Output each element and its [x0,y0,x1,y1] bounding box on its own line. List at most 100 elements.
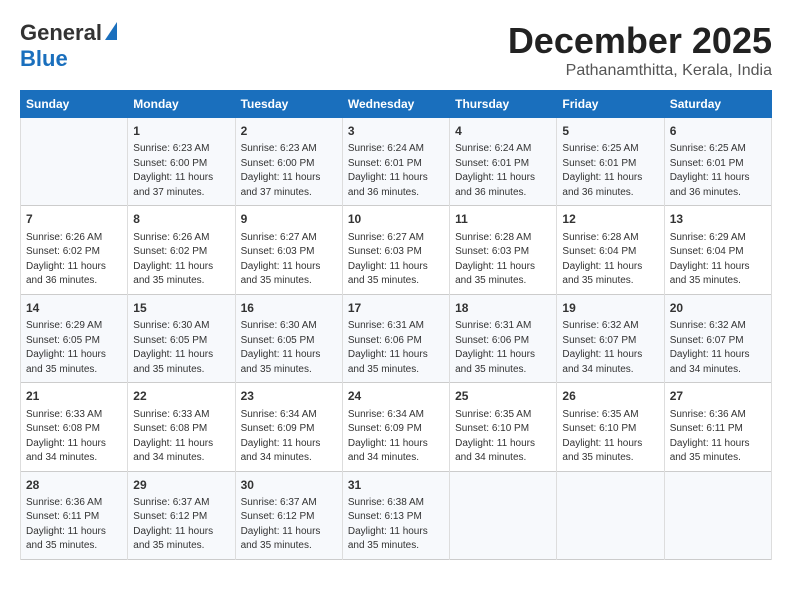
column-header-monday: Monday [128,91,235,118]
column-header-tuesday: Tuesday [235,91,342,118]
day-number: 19 [562,300,658,317]
day-number: 8 [133,211,229,228]
calendar-cell: 23Sunrise: 6:34 AM Sunset: 6:09 PM Dayli… [235,383,342,471]
day-info: Sunrise: 6:29 AM Sunset: 6:05 PM Dayligh… [26,319,122,377]
day-number: 4 [455,123,551,140]
calendar-cell: 20Sunrise: 6:32 AM Sunset: 6:07 PM Dayli… [664,294,771,382]
day-number: 26 [562,388,658,405]
calendar-cell: 2 Sunrise: 6:23 AM Sunset: 6:00 PM Daylig… [235,118,342,206]
calendar-week-row: 21Sunrise: 6:33 AM Sunset: 6:08 PM Dayli… [21,383,772,471]
calendar-cell: 10Sunrise: 6:27 AM Sunset: 6:03 PM Dayli… [342,206,449,294]
logo: General Blue [20,20,117,72]
column-header-thursday: Thursday [450,91,557,118]
day-info: Sunrise: 6:30 AM Sunset: 6:05 PM Dayligh… [133,319,229,377]
title-block: December 2025 Pathanamthitta, Kerala, In… [508,20,772,80]
day-number: 16 [241,300,337,317]
calendar-cell: 31Sunrise: 6:38 AM Sunset: 6:13 PM Dayli… [342,471,449,559]
calendar-week-row: 7 Sunrise: 6:26 AM Sunset: 6:02 PM Daylig… [21,206,772,294]
day-number: 5 [562,123,658,140]
page-header: General Blue December 2025 Pathanamthitt… [20,20,772,80]
day-number: 11 [455,211,551,228]
calendar-cell: 21Sunrise: 6:33 AM Sunset: 6:08 PM Dayli… [21,383,128,471]
day-info: Sunrise: 6:29 AM Sunset: 6:04 PM Dayligh… [670,231,766,289]
day-info: Sunrise: 6:37 AM Sunset: 6:12 PM Dayligh… [133,496,229,554]
calendar-cell: 17Sunrise: 6:31 AM Sunset: 6:06 PM Dayli… [342,294,449,382]
column-header-wednesday: Wednesday [342,91,449,118]
calendar-cell: 16 Sunrise: 6:30 AM Sunset: 6:05 PM Dayli… [235,294,342,382]
logo-blue-text: Blue [20,46,68,72]
day-info: Sunrise: 6:26 AM Sunset: 6:02 PM Dayligh… [26,231,122,289]
day-info: Sunrise: 6:28 AM Sunset: 6:03 PM Dayligh… [455,231,551,289]
calendar-cell: 4 Sunrise: 6:24 AM Sunset: 6:01 PM Daylig… [450,118,557,206]
calendar-cell [450,471,557,559]
calendar-cell [664,471,771,559]
day-number: 2 [241,123,337,140]
day-info: Sunrise: 6:35 AM Sunset: 6:10 PM Dayligh… [455,408,551,466]
calendar-cell: 22 Sunrise: 6:33 AM Sunset: 6:08 PM Dayli… [128,383,235,471]
day-number: 7 [26,211,122,228]
calendar-cell: 26 Sunrise: 6:35 AM Sunset: 6:10 PM Dayli… [557,383,664,471]
calendar-cell: 7 Sunrise: 6:26 AM Sunset: 6:02 PM Daylig… [21,206,128,294]
day-info: Sunrise: 6:36 AM Sunset: 6:11 PM Dayligh… [26,496,122,554]
day-info: Sunrise: 6:37 AM Sunset: 6:12 PM Dayligh… [241,496,337,554]
calendar-header-row: SundayMondayTuesdayWednesdayThursdayFrid… [21,91,772,118]
day-number: 30 [241,477,337,494]
calendar-cell: 11 Sunrise: 6:28 AM Sunset: 6:03 PM Dayli… [450,206,557,294]
day-info: Sunrise: 6:31 AM Sunset: 6:06 PM Dayligh… [455,319,551,377]
day-info: Sunrise: 6:33 AM Sunset: 6:08 PM Dayligh… [133,408,229,466]
location-text: Pathanamthitta, Kerala, India [508,62,772,80]
day-number: 12 [562,211,658,228]
calendar-cell: 19 Sunrise: 6:32 AM Sunset: 6:07 PM Dayli… [557,294,664,382]
day-info: Sunrise: 6:25 AM Sunset: 6:01 PM Dayligh… [562,142,658,200]
day-number: 3 [348,123,444,140]
day-number: 27 [670,388,766,405]
logo-general-text: General [20,20,102,46]
calendar-cell: 1 Sunrise: 6:23 AM Sunset: 6:00 PM Daylig… [128,118,235,206]
column-header-saturday: Saturday [664,91,771,118]
calendar-cell: 30 Sunrise: 6:37 AM Sunset: 6:12 PM Dayli… [235,471,342,559]
calendar-cell: 18 Sunrise: 6:31 AM Sunset: 6:06 PM Dayli… [450,294,557,382]
calendar-cell: 29 Sunrise: 6:37 AM Sunset: 6:12 PM Dayli… [128,471,235,559]
day-info: Sunrise: 6:24 AM Sunset: 6:01 PM Dayligh… [348,142,444,200]
calendar-cell: 8 Sunrise: 6:26 AM Sunset: 6:02 PM Daylig… [128,206,235,294]
day-info: Sunrise: 6:26 AM Sunset: 6:02 PM Dayligh… [133,231,229,289]
day-info: Sunrise: 6:34 AM Sunset: 6:09 PM Dayligh… [348,408,444,466]
day-info: Sunrise: 6:23 AM Sunset: 6:00 PM Dayligh… [241,142,337,200]
column-header-sunday: Sunday [21,91,128,118]
calendar-cell: 13Sunrise: 6:29 AM Sunset: 6:04 PM Dayli… [664,206,771,294]
day-info: Sunrise: 6:32 AM Sunset: 6:07 PM Dayligh… [562,319,658,377]
day-info: Sunrise: 6:34 AM Sunset: 6:09 PM Dayligh… [241,408,337,466]
day-info: Sunrise: 6:23 AM Sunset: 6:00 PM Dayligh… [133,142,229,200]
day-info: Sunrise: 6:35 AM Sunset: 6:10 PM Dayligh… [562,408,658,466]
calendar-cell [557,471,664,559]
day-number: 18 [455,300,551,317]
day-number: 22 [133,388,229,405]
calendar-cell: 14 Sunrise: 6:29 AM Sunset: 6:05 PM Dayli… [21,294,128,382]
calendar-cell: 12 Sunrise: 6:28 AM Sunset: 6:04 PM Dayli… [557,206,664,294]
day-info: Sunrise: 6:33 AM Sunset: 6:08 PM Dayligh… [26,408,122,466]
day-info: Sunrise: 6:27 AM Sunset: 6:03 PM Dayligh… [241,231,337,289]
day-number: 14 [26,300,122,317]
day-info: Sunrise: 6:32 AM Sunset: 6:07 PM Dayligh… [670,319,766,377]
calendar-cell: 24Sunrise: 6:34 AM Sunset: 6:09 PM Dayli… [342,383,449,471]
calendar-cell: 27 Sunrise: 6:36 AM Sunset: 6:11 PM Dayli… [664,383,771,471]
logo-triangle-icon [105,22,117,40]
calendar-week-row: 14 Sunrise: 6:29 AM Sunset: 6:05 PM Dayli… [21,294,772,382]
calendar-cell: 28Sunrise: 6:36 AM Sunset: 6:11 PM Dayli… [21,471,128,559]
day-number: 6 [670,123,766,140]
day-info: Sunrise: 6:28 AM Sunset: 6:04 PM Dayligh… [562,231,658,289]
calendar-week-row: 28Sunrise: 6:36 AM Sunset: 6:11 PM Dayli… [21,471,772,559]
day-info: Sunrise: 6:25 AM Sunset: 6:01 PM Dayligh… [670,142,766,200]
day-number: 1 [133,123,229,140]
column-header-friday: Friday [557,91,664,118]
day-number: 29 [133,477,229,494]
calendar-cell: 15Sunrise: 6:30 AM Sunset: 6:05 PM Dayli… [128,294,235,382]
day-info: Sunrise: 6:38 AM Sunset: 6:13 PM Dayligh… [348,496,444,554]
day-info: Sunrise: 6:24 AM Sunset: 6:01 PM Dayligh… [455,142,551,200]
calendar-week-row: 1 Sunrise: 6:23 AM Sunset: 6:00 PM Daylig… [21,118,772,206]
month-title: December 2025 [508,20,772,62]
calendar-cell: 9 Sunrise: 6:27 AM Sunset: 6:03 PM Daylig… [235,206,342,294]
day-info: Sunrise: 6:30 AM Sunset: 6:05 PM Dayligh… [241,319,337,377]
day-number: 9 [241,211,337,228]
day-info: Sunrise: 6:36 AM Sunset: 6:11 PM Dayligh… [670,408,766,466]
